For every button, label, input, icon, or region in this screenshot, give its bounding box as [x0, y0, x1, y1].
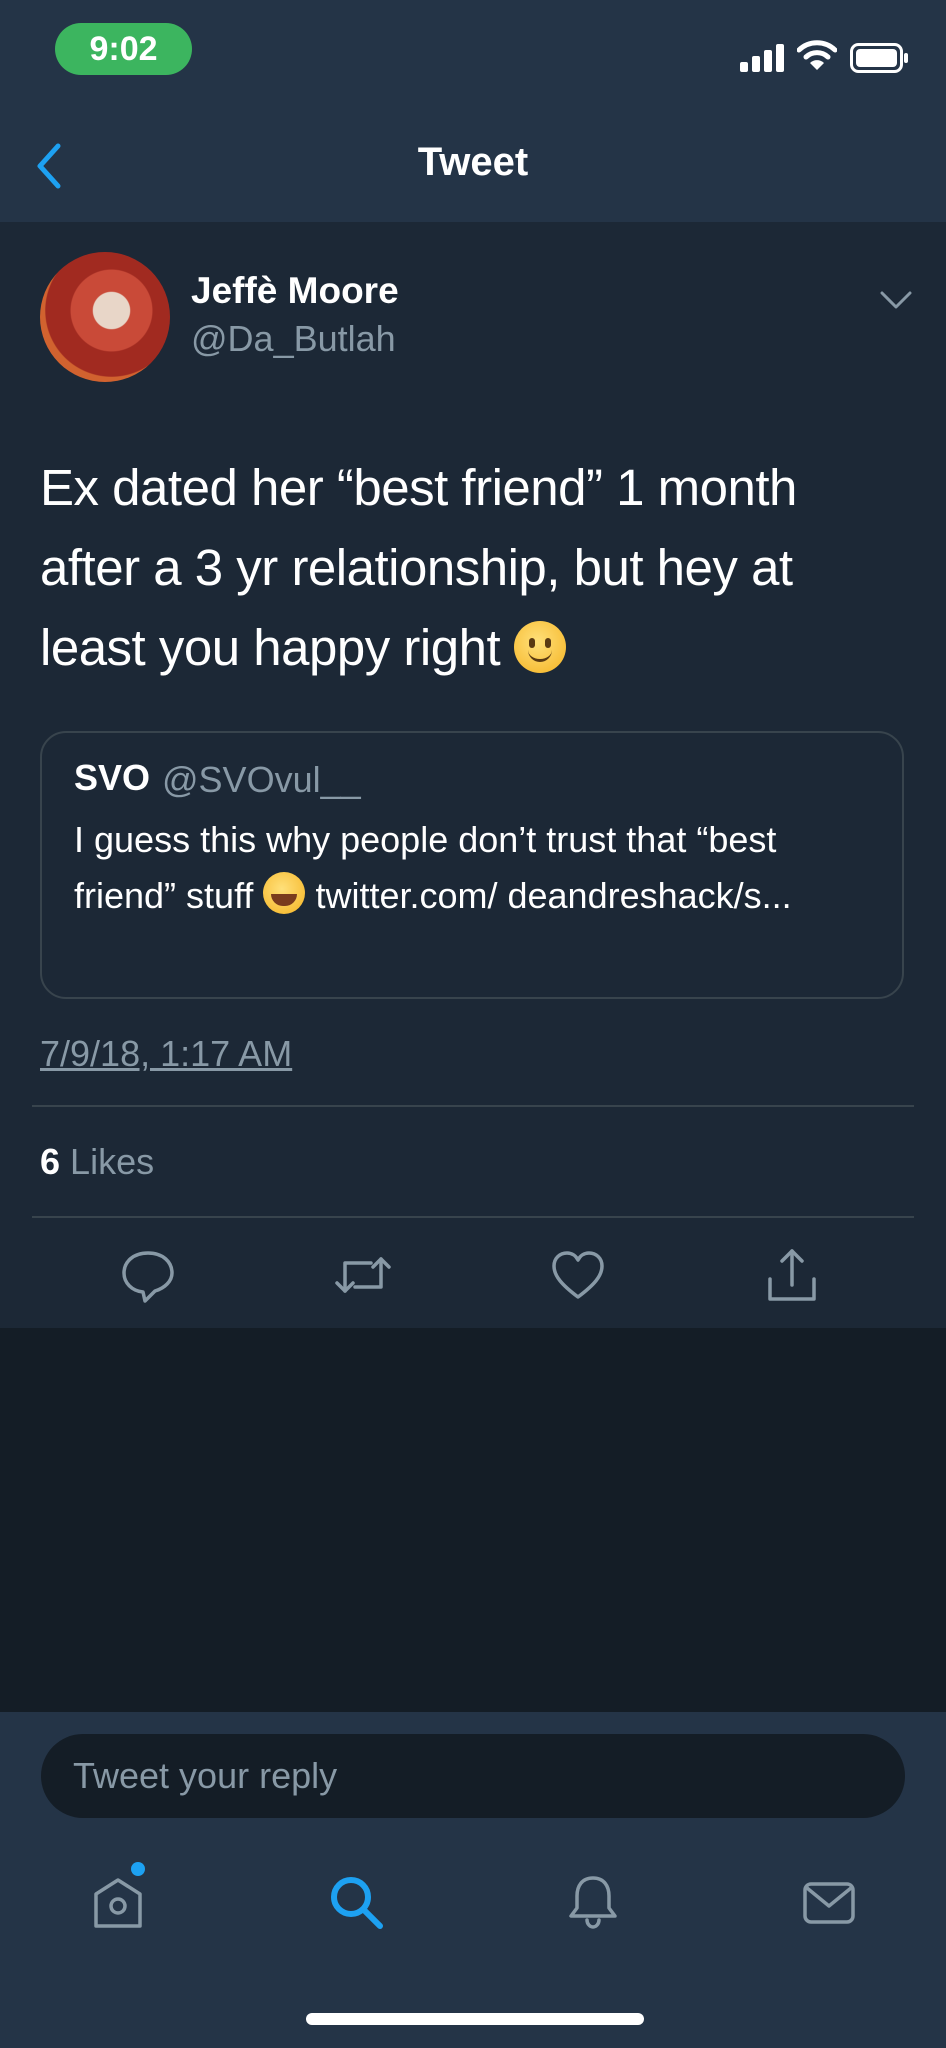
tweet-timestamp[interactable]: 7/9/18, 1:17 AM [40, 1033, 292, 1075]
avatar[interactable] [40, 252, 170, 382]
notifications-icon[interactable] [563, 1872, 623, 1932]
retweet-icon[interactable] [333, 1245, 393, 1305]
reply-icon[interactable] [118, 1245, 178, 1305]
divider [32, 1216, 914, 1218]
home-indicator [306, 2013, 644, 2025]
like-icon[interactable] [548, 1245, 608, 1305]
chevron-down-icon[interactable] [878, 288, 914, 312]
reply-input[interactable]: Tweet your reply [41, 1734, 905, 1818]
messages-icon[interactable] [799, 1872, 859, 1932]
battery-icon [850, 43, 908, 73]
divider [32, 1105, 914, 1107]
status-time: 9:02 [55, 23, 192, 75]
page-title: Tweet [417, 140, 529, 184]
quoted-author-handle: @SVOvul__ [162, 759, 361, 800]
notification-dot [131, 1862, 145, 1876]
wifi-icon [797, 40, 837, 70]
quoted-author-name: SVO [74, 757, 151, 798]
share-icon[interactable] [762, 1245, 822, 1305]
tweet-text: Ex dated her “best friend” 1 month after… [40, 459, 797, 676]
likes-count[interactable]: 6 Likes [40, 1141, 154, 1183]
slightly-smiling-face-emoji [513, 621, 566, 673]
search-icon[interactable] [326, 1872, 386, 1932]
tears-of-joy-emoji [263, 872, 306, 914]
cellular-signal-icon [740, 44, 784, 72]
author-name[interactable]: Jeffè Moore [191, 270, 399, 312]
author-handle[interactable]: @Da_Butlah [191, 318, 396, 360]
quoted-tweet-text: I guess this why people don’t trust that… [74, 819, 792, 916]
home-icon[interactable] [88, 1872, 148, 1932]
